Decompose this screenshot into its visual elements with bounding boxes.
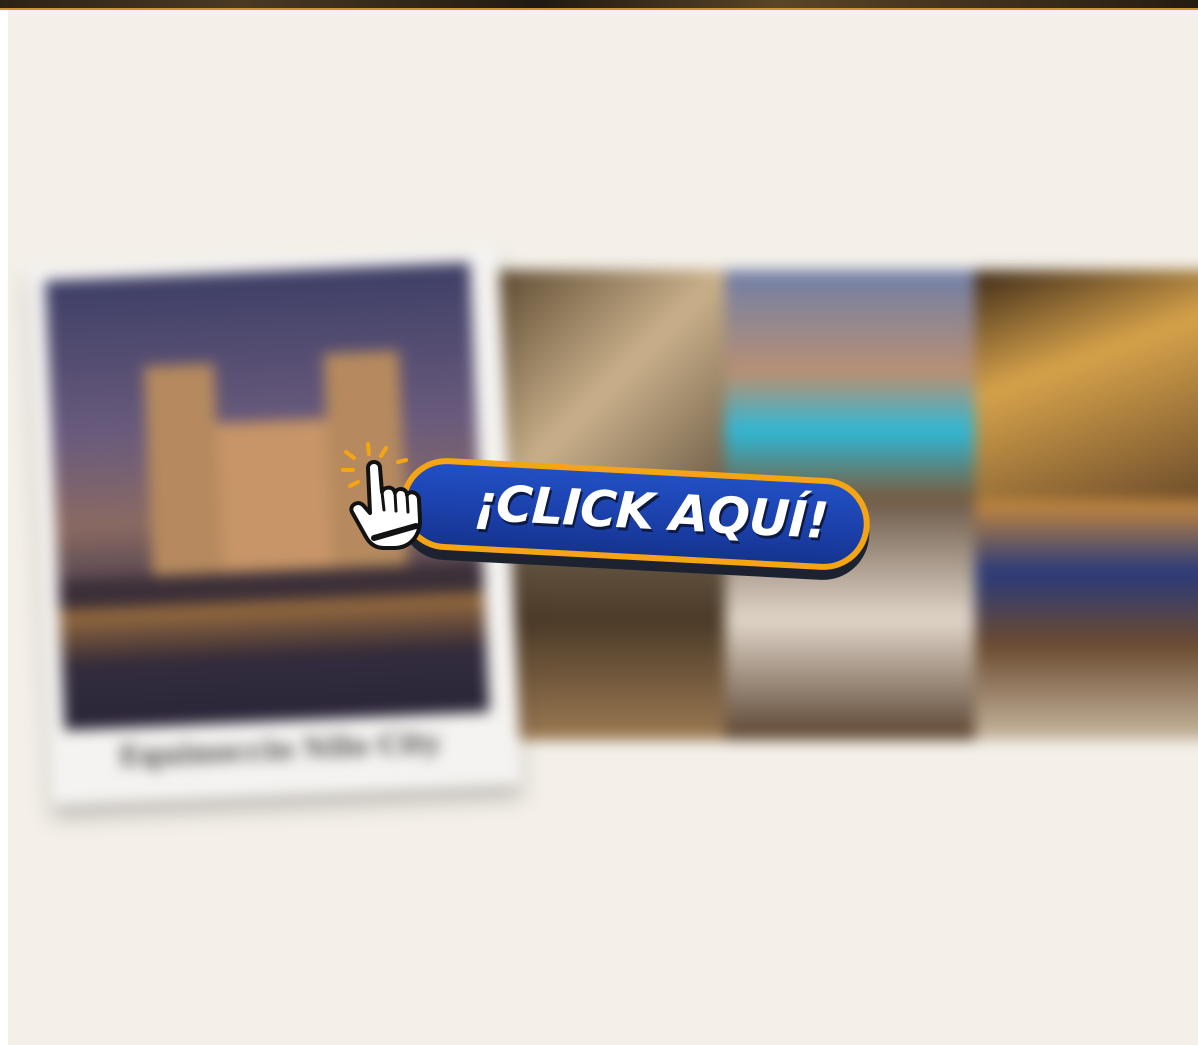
cta-pill[interactable]: ¡CLICK AQUÍ!: [397, 455, 873, 583]
polaroid-caption: Equinoccio Nilo City: [118, 726, 442, 774]
click-here-button[interactable]: ¡CLICK AQUÍ!: [338, 440, 878, 590]
pointing-hand-click-icon: [341, 442, 422, 550]
page: Equinoccio Nilo City ¡CLICK AQUÍ!: [0, 0, 1198, 1045]
